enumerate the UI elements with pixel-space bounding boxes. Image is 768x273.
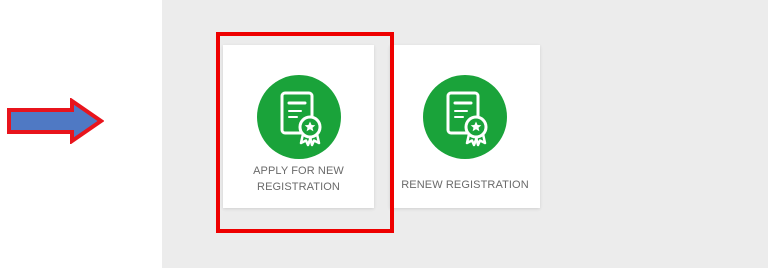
right-arrow-icon [7,98,104,144]
renew-label-line1: RENEW REGISTRATION [401,179,529,191]
apply-card-label: APPLY FOR NEW REGISTRATION [223,163,374,195]
apply-label-line1: APPLY FOR NEW [253,165,344,177]
apply-new-registration-card[interactable]: APPLY FOR NEW REGISTRATION [223,45,374,208]
renew-registration-card[interactable]: RENEW REGISTRATION [390,45,540,208]
apply-label-line2: REGISTRATION [257,181,340,193]
certificate-icon [423,75,507,159]
page: APPLY FOR NEW REGISTRATION RENEW REGISTR… [0,0,768,273]
content-pane: APPLY FOR NEW REGISTRATION RENEW REGISTR… [162,0,768,268]
renew-card-label: RENEW REGISTRATION [390,177,540,193]
left-pane [0,0,162,273]
certificate-icon [256,75,341,159]
